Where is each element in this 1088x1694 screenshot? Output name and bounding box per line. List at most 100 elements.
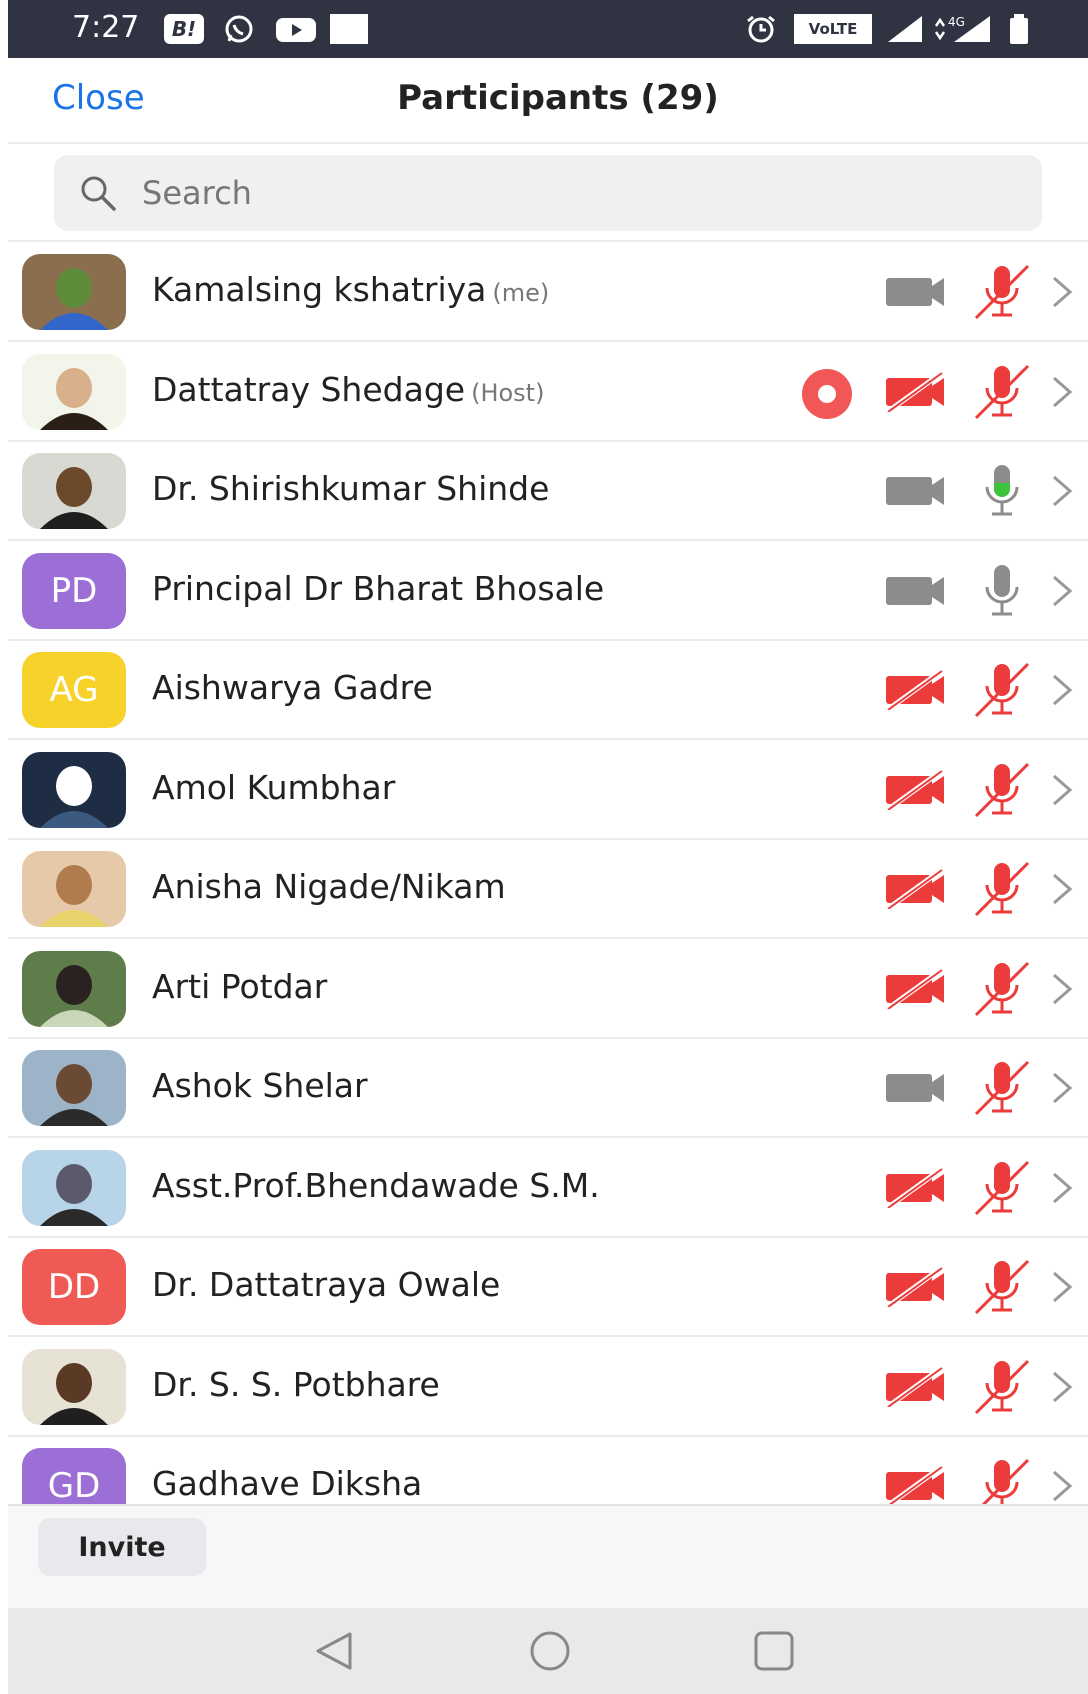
video-camera-icon[interactable]	[884, 272, 946, 312]
recents-nav-icon[interactable]	[750, 1628, 798, 1674]
status-time: 7:27	[72, 10, 140, 45]
participant-name-cell: Principal Dr Bharat Bhosale	[152, 569, 604, 608]
search-input[interactable]	[142, 165, 1022, 221]
participant-row[interactable]: GD Gadhave Diksha	[8, 1436, 1088, 1504]
chevron-right-icon[interactable]	[1048, 670, 1076, 710]
youtube-icon	[276, 18, 316, 42]
participant-role-tag: (Host)	[471, 378, 545, 407]
participant-row[interactable]: Asst.Prof.Bhendawade S.M.	[8, 1138, 1088, 1238]
avatar	[22, 751, 126, 828]
participant-name-cell: Anisha Nigade/Nikam	[152, 867, 506, 906]
video-off-icon[interactable]	[884, 1366, 946, 1407]
whatsapp-icon	[225, 15, 253, 43]
mic-muted-icon[interactable]	[970, 859, 1034, 919]
participant-name-cell: Aishwarya Gadre	[152, 668, 433, 707]
participant-name-cell: Amol Kumbhar	[152, 768, 395, 807]
avatar: GD	[22, 1448, 126, 1504]
video-off-icon[interactable]	[884, 371, 946, 412]
system-nav-bar	[8, 1608, 1088, 1694]
avatar	[22, 254, 126, 330]
video-off-icon[interactable]	[884, 869, 946, 909]
video-off-icon[interactable]	[884, 769, 946, 810]
participant-name: Gadhave Diksha	[152, 1464, 423, 1503]
mic-muted-icon[interactable]	[970, 1357, 1034, 1417]
participant-row[interactable]: Amol Kumbhar	[8, 740, 1088, 840]
home-nav-icon[interactable]	[526, 1628, 574, 1674]
participant-row[interactable]: Kamalsing kshatriya (me)	[8, 242, 1088, 342]
chevron-right-icon[interactable]	[1048, 571, 1076, 611]
video-off-icon[interactable]	[884, 1466, 946, 1504]
video-off-icon[interactable]	[884, 1267, 946, 1307]
participant-name-cell: Asst.Prof.Bhendawade S.M.	[152, 1166, 600, 1205]
participant-name: Dr. Shirishkumar Shinde	[152, 469, 550, 508]
bottom-bar: Invite	[8, 1504, 1088, 1608]
recording-icon	[802, 368, 852, 419]
participant-name: Principal Dr Bharat Bhosale	[152, 568, 605, 608]
participant-name-cell: Dr. Shirishkumar Shinde	[152, 469, 549, 508]
participant-row[interactable]: Dr. Shirishkumar Shinde	[8, 441, 1088, 541]
avatar: DD	[22, 1249, 126, 1325]
participant-row[interactable]: Anisha Nigade/Nikam	[8, 839, 1088, 939]
participant-name: Asst.Prof.Bhendawade S.M.	[152, 1165, 600, 1205]
chevron-right-icon[interactable]	[1048, 770, 1076, 810]
avatar: PD	[22, 552, 126, 629]
participants-screen: 7:27 B! VoLTE 4G Close Participants (29)…	[8, 0, 1088, 1694]
video-camera-icon[interactable]	[884, 1068, 946, 1108]
volte-badge: VoLTE	[794, 14, 872, 44]
avatar	[22, 1149, 126, 1226]
mic-muted-icon[interactable]	[970, 660, 1034, 720]
participant-name: Dr. S. S. Potbhare	[152, 1364, 440, 1404]
participant-name-cell: Arti Potdar	[152, 967, 327, 1006]
participant-row[interactable]: AG Aishwarya Gadre	[8, 640, 1088, 740]
chevron-right-icon[interactable]	[1048, 272, 1076, 312]
battery-icon	[1010, 14, 1028, 44]
participant-row[interactable]: DD Dr. Dattatraya Owale	[8, 1237, 1088, 1337]
back-nav-icon[interactable]	[310, 1628, 358, 1674]
b-app-icon: B!	[164, 14, 204, 44]
participant-row[interactable]: Arti Potdar	[8, 939, 1088, 1039]
chevron-right-icon[interactable]	[1048, 969, 1076, 1009]
signal-4g-icon: 4G	[934, 15, 990, 42]
chevron-right-icon[interactable]	[1048, 1367, 1076, 1407]
microphone-icon[interactable]	[970, 561, 1034, 621]
mic-muted-icon[interactable]	[970, 760, 1034, 820]
mic-muted-icon[interactable]	[970, 959, 1034, 1019]
participant-role-tag: (me)	[492, 279, 550, 307]
video-camera-icon[interactable]	[884, 471, 946, 511]
chevron-right-icon[interactable]	[1048, 471, 1076, 511]
net-type-label: 4G	[948, 15, 965, 29]
participant-row[interactable]: Dattatray Shedage (Host)	[8, 342, 1088, 442]
participant-row[interactable]: PD Principal Dr Bharat Bhosale	[8, 541, 1088, 641]
chevron-right-icon[interactable]	[1048, 1466, 1076, 1504]
mic-muted-icon[interactable]	[970, 1158, 1034, 1218]
search-bar[interactable]	[54, 155, 1042, 231]
participant-name: Dattatray Shedage	[152, 369, 466, 409]
mic-muted-icon[interactable]	[970, 1257, 1034, 1317]
mic-muted-icon[interactable]	[970, 1058, 1034, 1118]
participant-row[interactable]: Dr. S. S. Potbhare	[8, 1337, 1088, 1437]
avatar	[22, 353, 126, 430]
mic-muted-icon[interactable]	[970, 362, 1034, 422]
participant-name: Amol Kumbhar	[152, 767, 396, 807]
chevron-right-icon[interactable]	[1048, 372, 1076, 412]
video-camera-icon[interactable]	[884, 571, 946, 611]
mic-muted-icon[interactable]	[970, 262, 1034, 322]
microphone-icon[interactable]	[970, 461, 1034, 521]
notification-icon	[330, 14, 368, 44]
participant-name-cell: Dr. S. S. Potbhare	[152, 1365, 440, 1404]
participant-name-cell: Dattatray Shedage (Host)	[152, 370, 544, 409]
video-off-icon[interactable]	[884, 968, 946, 1009]
participant-row[interactable]: Ashok Shelar	[8, 1038, 1088, 1138]
chevron-right-icon[interactable]	[1048, 869, 1076, 909]
chevron-right-icon[interactable]	[1048, 1068, 1076, 1108]
avatar	[22, 1050, 126, 1126]
invite-button[interactable]: Invite	[38, 1518, 206, 1576]
header: Close Participants (29)	[8, 58, 1088, 144]
chevron-right-icon[interactable]	[1048, 1168, 1076, 1208]
video-off-icon[interactable]	[884, 1167, 946, 1208]
participant-list[interactable]: Kamalsing kshatriya (me) Dattatray Shedage…	[8, 240, 1088, 1504]
mic-muted-icon[interactable]	[970, 1456, 1034, 1504]
chevron-right-icon[interactable]	[1048, 1267, 1076, 1307]
video-off-icon[interactable]	[884, 670, 946, 710]
status-bar: 7:27 B! VoLTE 4G	[8, 0, 1088, 58]
